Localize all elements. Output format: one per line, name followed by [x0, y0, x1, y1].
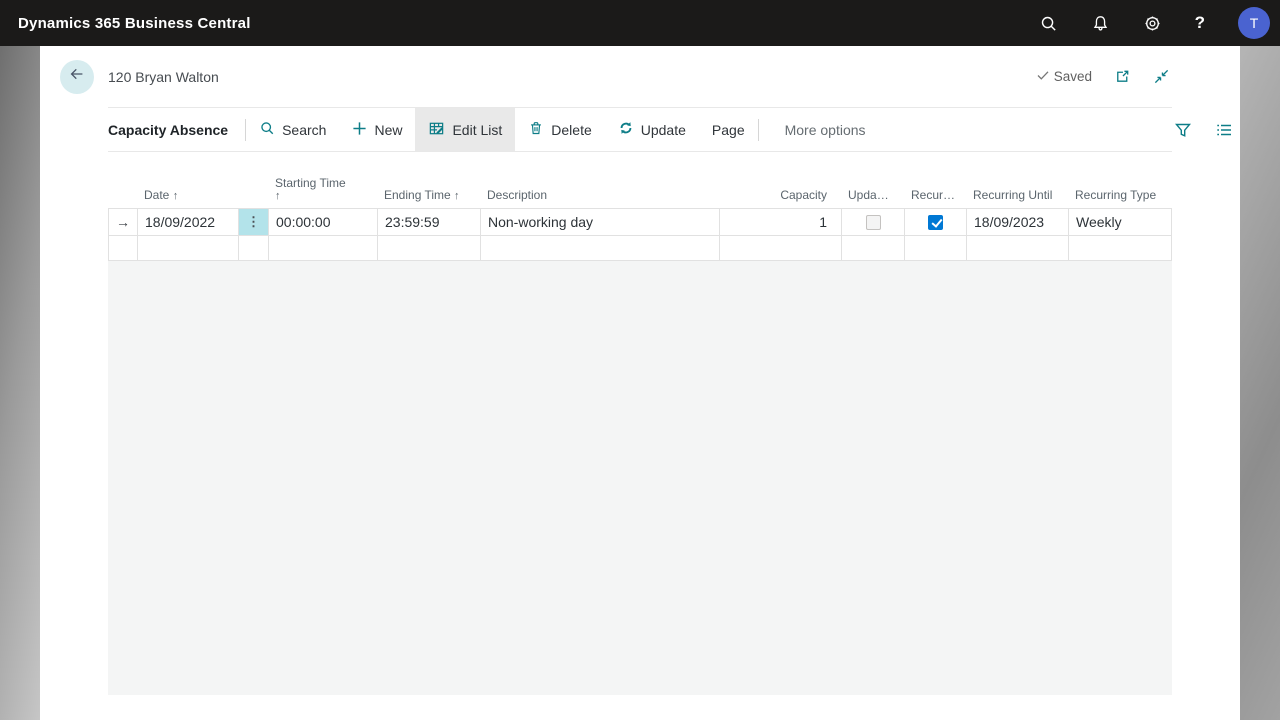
trash-icon — [528, 120, 544, 139]
page-title: 120 Bryan Walton — [108, 68, 219, 85]
app-title: Dynamics 365 Business Central — [18, 14, 251, 32]
saved-label: Saved — [1053, 69, 1092, 84]
page-menu-label: Page — [711, 121, 745, 138]
search-icon — [259, 120, 275, 139]
list-view-icon[interactable] — [1215, 121, 1233, 139]
date-cell[interactable]: 18/09/2022 — [138, 209, 239, 235]
settings-gear-icon[interactable] — [1143, 14, 1162, 33]
page-header-actions: Saved — [1036, 68, 1240, 85]
column-header-capacity[interactable]: Capacity — [719, 188, 841, 202]
table-row: → 18/09/2022 ⋮ 00:00:00 23:59:59 Non-wor… — [108, 208, 1172, 236]
avatar[interactable]: T — [1238, 7, 1270, 39]
plus-icon — [352, 121, 367, 139]
current-row-arrow-icon: → — [116, 214, 130, 230]
check-icon — [1036, 68, 1050, 85]
right-gradient-band — [1240, 46, 1280, 720]
topbar: Dynamics 365 Business Central ? T — [0, 0, 1280, 46]
page-header: 120 Bryan Walton Saved — [40, 46, 1240, 107]
column-header-update[interactable]: Upda… — [841, 188, 904, 202]
column-header-recurring[interactable]: Recur… — [904, 188, 966, 202]
recurring-until-cell[interactable]: 18/09/2023 — [967, 209, 1069, 235]
notifications-bell-icon[interactable] — [1091, 14, 1110, 33]
table-row-empty[interactable] — [108, 236, 1172, 261]
update-button-label: Update — [640, 121, 686, 138]
edit-list-button-label: Edit List — [452, 121, 503, 138]
toolbar-divider — [757, 118, 759, 141]
search-button-label: Search — [282, 121, 327, 138]
column-header-date[interactable]: Date ↑ — [137, 188, 238, 202]
main-area: 120 Bryan Walton Saved Capacity Absence … — [0, 46, 1280, 720]
delete-button-label: Delete — [551, 121, 592, 138]
search-button[interactable]: Search — [246, 108, 339, 151]
update-checkbox-cell — [842, 209, 905, 235]
collapse-view-icon[interactable] — [1153, 68, 1170, 85]
new-button-label: New — [374, 121, 403, 138]
capacity-absence-table: Date ↑ Starting Time ↑ Ending Time ↑ Desc… — [40, 152, 1240, 695]
row-selector-cell[interactable]: → — [109, 209, 138, 235]
ending-time-cell[interactable]: 23:59:59 — [378, 209, 481, 235]
empty-list-area — [108, 261, 1172, 695]
list-caption: Capacity Absence — [108, 121, 229, 138]
sort-asc-icon: ↑ — [275, 190, 281, 202]
description-cell[interactable]: Non-working day — [481, 209, 720, 235]
edit-list-button[interactable]: Edit List — [415, 108, 516, 151]
recurring-checkbox-cell — [905, 209, 967, 235]
column-header-recurring-until[interactable]: Recurring Until — [966, 188, 1068, 202]
more-options-button[interactable]: More options — [772, 122, 879, 138]
help-icon[interactable]: ? — [1195, 13, 1205, 33]
page-menu-button[interactable]: Page — [699, 108, 758, 151]
ellipsis-icon: ⋮ — [247, 214, 260, 229]
sort-asc-icon: ↑ — [454, 190, 460, 202]
starting-time-cell[interactable]: 00:00:00 — [269, 209, 378, 235]
table-header-row: Date ↑ Starting Time ↑ Ending Time ↑ Desc… — [108, 160, 1172, 208]
recurring-checkbox[interactable] — [928, 214, 943, 230]
toolbar-right-icons — [1174, 121, 1240, 139]
capacity-cell[interactable]: 1 — [720, 209, 842, 235]
page-content: 120 Bryan Walton Saved Capacity Absence … — [40, 46, 1240, 720]
column-header-starting-time[interactable]: Starting Time ↑ — [268, 176, 377, 202]
back-arrow-icon — [68, 65, 86, 88]
update-button[interactable]: Update — [605, 108, 699, 151]
column-header-description[interactable]: Description — [480, 188, 719, 202]
action-bar: Capacity Absence Search New Edit List De… — [40, 108, 1240, 151]
topbar-actions: ? T — [1039, 7, 1270, 39]
new-button[interactable]: New — [339, 108, 415, 151]
refresh-icon — [618, 120, 634, 139]
update-checkbox[interactable] — [865, 214, 881, 230]
edit-list-icon — [428, 120, 445, 140]
cell-context-menu[interactable]: ⋮ — [239, 209, 269, 235]
saved-indicator: Saved — [1036, 68, 1092, 85]
column-header-ending-time[interactable]: Ending Time ↑ — [377, 188, 480, 202]
recurring-type-cell[interactable]: Weekly — [1069, 209, 1173, 235]
back-button[interactable] — [60, 59, 94, 94]
delete-button[interactable]: Delete — [515, 108, 604, 151]
search-icon[interactable] — [1039, 14, 1058, 33]
avatar-initial: T — [1249, 15, 1259, 31]
left-gradient-band — [0, 46, 40, 720]
filter-icon[interactable] — [1174, 121, 1192, 139]
sort-asc-icon: ↑ — [172, 190, 179, 202]
column-header-recurring-type[interactable]: Recurring Type — [1068, 188, 1172, 202]
open-in-window-icon[interactable] — [1114, 68, 1131, 85]
